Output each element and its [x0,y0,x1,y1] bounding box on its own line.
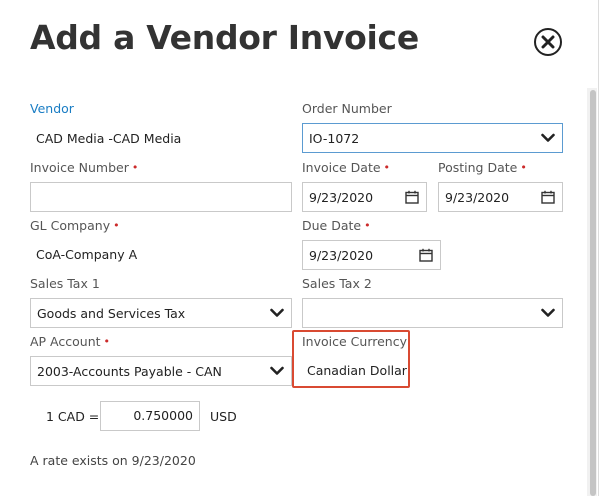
gl-company-label: GL Company • [30,218,120,233]
sales-tax-1-select[interactable]: Goods and Services Tax [30,298,292,328]
calendar-icon[interactable] [412,248,440,262]
invoice-number-input[interactable] [30,182,292,212]
posting-date-input[interactable]: 9/23/2020 [438,182,563,212]
invoice-date-value: 9/23/2020 [309,189,374,205]
chevron-down-icon [263,366,291,376]
close-icon [541,35,555,49]
due-date-value: 9/23/2020 [309,247,374,263]
rate-to-label: USD [210,409,237,424]
invoice-date-input[interactable]: 9/23/2020 [302,182,427,212]
ap-account-select[interactable]: 2003-Accounts Payable - CAN [30,356,292,386]
invoice-currency-label: Invoice Currency [302,334,407,349]
scrollbar-thumb[interactable] [590,90,596,496]
posting-date-value: 9/23/2020 [445,189,510,205]
chevron-down-icon [263,308,291,318]
exchange-rate-input[interactable]: 0.750000 [100,401,200,431]
due-date-input[interactable]: 9/23/2020 [302,240,441,270]
invoice-currency-value: Canadian Dollar [307,363,407,378]
vendor-label[interactable]: Vendor [30,101,74,116]
posting-date-label: Posting Date • [438,160,527,175]
ap-account-value: 2003-Accounts Payable - CAN [37,363,222,379]
order-number-value: IO-1072 [309,130,360,146]
calendar-icon[interactable] [398,190,426,204]
sales-tax-2-label: Sales Tax 2 [302,276,372,291]
sales-tax-1-value: Goods and Services Tax [37,305,186,321]
due-date-label: Due Date • [302,218,371,233]
order-number-label: Order Number [302,101,392,116]
rate-from-label: 1 CAD = [46,409,100,424]
close-button[interactable] [534,28,562,56]
frame-border [598,0,599,496]
rate-note: A rate exists on 9/23/2020 [30,453,196,468]
dialog-title: Add a Vendor Invoice [30,18,419,57]
chevron-down-icon [534,308,562,318]
order-number-select[interactable]: IO-1072 [302,123,563,153]
invoice-number-label: Invoice Number • [30,160,139,175]
gl-company-value: CoA-Company A [36,247,138,262]
sales-tax-2-select[interactable] [302,298,563,328]
calendar-icon[interactable] [534,190,562,204]
ap-account-label: AP Account • [30,334,111,349]
sales-tax-1-label: Sales Tax 1 [30,276,100,291]
chevron-down-icon [534,133,562,143]
vendor-value: CAD Media -CAD Media [36,131,182,146]
invoice-date-label: Invoice Date • [302,160,391,175]
